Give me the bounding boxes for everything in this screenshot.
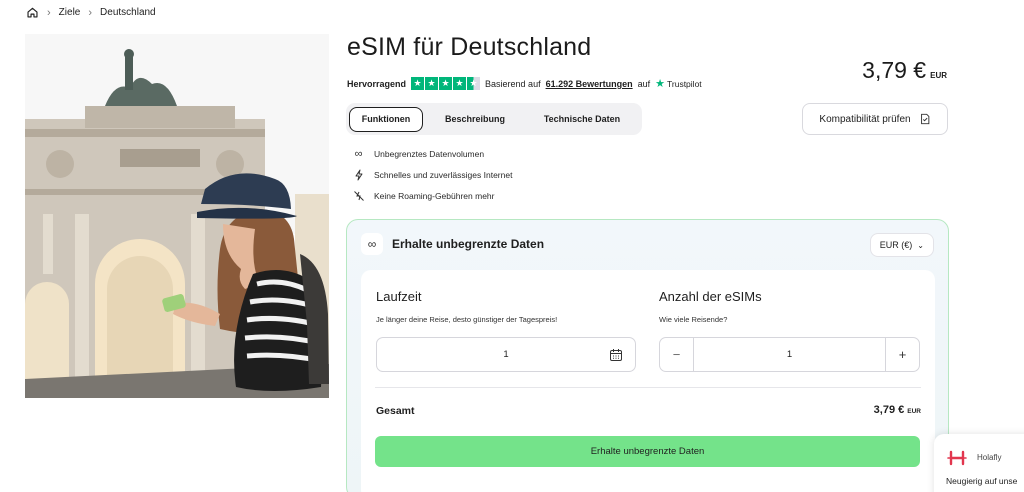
list-item: Keine Roaming-Gebühren mehr	[352, 189, 512, 202]
feature-text: Keine Roaming-Gebühren mehr	[374, 190, 495, 201]
card-header: ∞ Erhalte unbegrenzte Daten	[361, 233, 544, 255]
rating-on: auf	[637, 78, 651, 89]
duration-subtitle: Je länger deine Reise, desto günstiger d…	[376, 315, 558, 324]
chevron-right-icon: ›	[88, 6, 93, 19]
duration-value: 1	[503, 349, 509, 360]
product-price: 3,79 € EUR	[862, 57, 947, 84]
star-icon: ★	[439, 77, 453, 90]
divider	[375, 387, 921, 388]
holafly-logo	[947, 450, 967, 466]
hero-image	[25, 34, 329, 398]
increment-button[interactable]: +	[885, 338, 919, 371]
check-compatibility-button[interactable]: Kompatibilität prüfen	[802, 103, 948, 135]
feature-list: ∞ Unbegrenztes Datenvolumen Schnelles un…	[352, 147, 512, 202]
product-tabs: Funktionen Beschreibung Technische Daten	[346, 103, 642, 135]
currency-select[interactable]: EUR (€) ⌄	[869, 233, 934, 257]
price-currency: EUR	[930, 71, 947, 80]
no-roaming-icon	[352, 189, 365, 202]
decrement-button[interactable]: −	[660, 338, 694, 371]
infinity-icon: ∞	[354, 147, 363, 160]
reviews-link[interactable]: 61.292 Bewertungen	[546, 79, 633, 89]
total-label: Gesamt	[376, 405, 415, 417]
total-currency: EUR	[907, 408, 921, 415]
page-title: eSIM für Deutschland	[347, 33, 592, 61]
breadcrumb-item-deutschland: Deutschland	[100, 7, 156, 18]
chevron-down-icon: ⌄	[917, 240, 924, 250]
total-amount: 3,79 €	[873, 404, 905, 416]
infinity-icon: ∞	[361, 233, 383, 255]
home-icon[interactable]	[26, 6, 39, 19]
feature-text: Schnelles und zuverlässiges Internet	[374, 169, 513, 180]
duration-title: Laufzeit	[376, 289, 422, 304]
tab-funktionen[interactable]: Funktionen	[349, 106, 423, 132]
list-item: ∞ Unbegrenztes Datenvolumen	[352, 147, 512, 160]
trustpilot-star-icon: ★	[655, 78, 666, 90]
card-title: Erhalte unbegrenzte Daten	[392, 237, 545, 251]
esims-title: Anzahl der eSIMs	[659, 289, 762, 304]
chat-widget[interactable]: Holafly Neugierig auf unse	[934, 434, 1024, 492]
trustpilot-logo: ★ Trustpilot	[655, 77, 702, 90]
plan-form: Laufzeit Je länger deine Reise, desto gü…	[361, 270, 935, 492]
document-check-icon	[920, 113, 929, 125]
plan-card: ∞ Erhalte unbegrenzte Daten EUR (€) ⌄ La…	[346, 219, 949, 492]
esims-subtitle: Wie viele Reisende?	[659, 315, 728, 324]
total-price: 3,79 € EUR	[874, 404, 921, 416]
chevron-right-icon: ›	[47, 6, 51, 19]
rating-label: Hervorragend	[347, 78, 407, 89]
compat-label: Kompatibilität prüfen	[819, 113, 911, 125]
currency-value: EUR (€)	[879, 240, 913, 250]
esim-quantity-stepper: − 1 +	[659, 337, 920, 372]
rating-row: Hervorragend ★ ★ ★ ★ ★ Basierend auf 61.…	[347, 77, 702, 90]
half-star-icon: ★	[467, 77, 481, 90]
star-icon: ★	[453, 77, 467, 90]
chat-message: Neugierig auf unse	[946, 476, 1018, 486]
feature-text: Unbegrenztes Datenvolumen	[374, 148, 485, 159]
breadcrumb-item-ziele[interactable]: Ziele	[59, 7, 81, 18]
rating-stars: ★ ★ ★ ★ ★	[411, 77, 481, 90]
lightning-icon	[352, 168, 365, 181]
list-item: Schnelles und zuverlässiges Internet	[352, 168, 512, 181]
breadcrumb: › Ziele › Deutschland	[26, 6, 156, 19]
tab-beschreibung[interactable]: Beschreibung	[425, 107, 525, 132]
duration-input[interactable]: 1	[376, 337, 636, 372]
buy-button[interactable]: Erhalte unbegrenzte Daten	[375, 436, 920, 467]
rating-based-on: Basierend auf	[485, 78, 541, 89]
tab-technische-daten[interactable]: Technische Daten	[527, 107, 637, 132]
price-amount: 3,79 €	[862, 57, 927, 83]
quantity-value[interactable]: 1	[694, 349, 885, 360]
chat-brand: Holafly	[977, 453, 1002, 462]
star-icon: ★	[425, 77, 439, 90]
calendar-icon[interactable]	[609, 348, 623, 362]
trustpilot-label: Trustpilot	[667, 78, 702, 89]
star-icon: ★	[411, 77, 425, 90]
